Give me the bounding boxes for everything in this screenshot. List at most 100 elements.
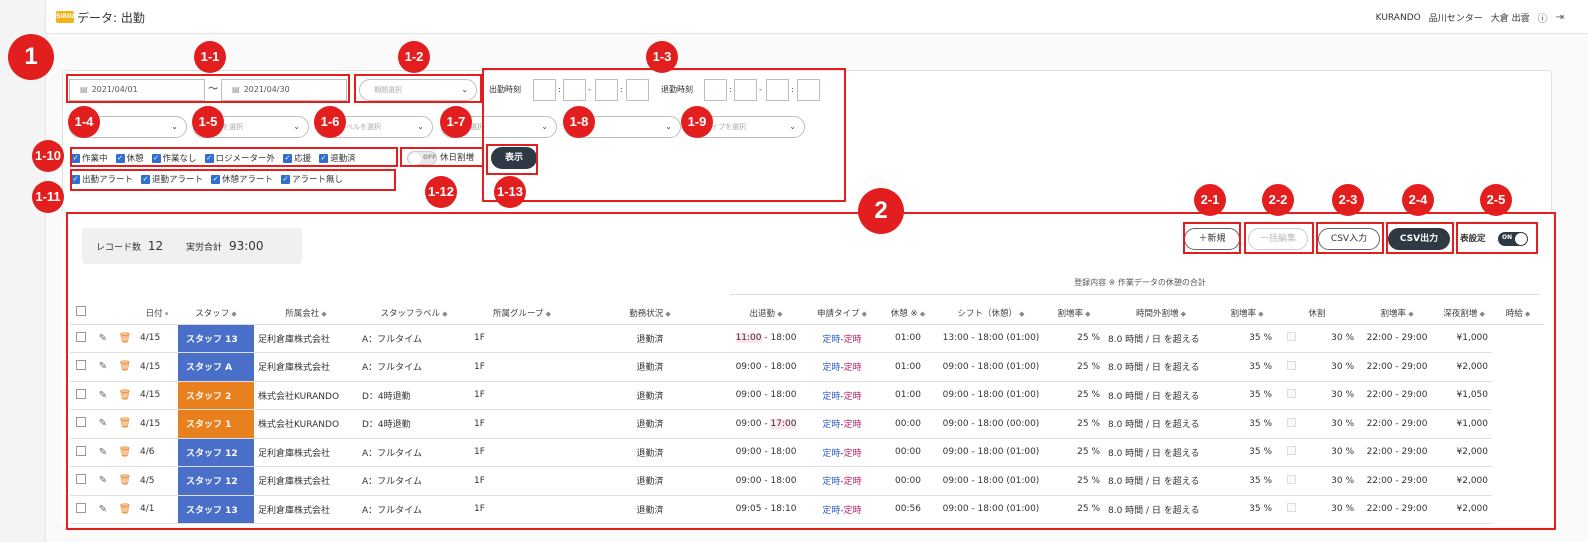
staff-cell[interactable]: スタッフ 1	[178, 409, 254, 439]
sort-icon[interactable]: ◆	[1017, 310, 1024, 318]
date-from-input[interactable]: ▤ 2021/04/01	[69, 79, 205, 101]
column-header[interactable]: 深夜割増 ◆	[1436, 302, 1493, 325]
edit-icon[interactable]: ✎	[99, 475, 107, 486]
date-to-input[interactable]: ▤ 2021/04/30	[221, 79, 347, 101]
row-checkbox[interactable]	[76, 331, 86, 342]
trash-icon[interactable]: 🗑	[119, 504, 132, 515]
clock-out-from-min[interactable]	[734, 79, 757, 101]
column-header[interactable]: 日付 ▾	[136, 302, 178, 325]
table-row[interactable]: ✎ 🗑 4/15 スタッフ 2 株式会社KURANDO D：4時退勤 1F 退勤済 09:00 …	[70, 381, 1544, 410]
sort-icon[interactable]: ◆	[918, 310, 925, 318]
row-checkbox[interactable]	[76, 502, 86, 513]
staff-cell[interactable]: スタッフ 12	[178, 438, 254, 467]
column-header[interactable]: 割増率 ◆	[1044, 302, 1104, 325]
sort-icon[interactable]: ◆	[229, 310, 236, 318]
staff-cell[interactable]: スタッフ 12	[178, 466, 254, 496]
trash-icon[interactable]: 🗑	[119, 390, 132, 401]
sort-icon[interactable]: ◆	[543, 310, 551, 318]
sort-desc-icon[interactable]: ▾	[163, 310, 169, 318]
checkbox-item[interactable]: ✓ 休憩アラート	[211, 173, 273, 185]
new-button[interactable]: ＋新規	[1184, 228, 1240, 250]
column-header[interactable]: 出退勤 ◆	[726, 302, 806, 325]
app-logo[interactable]: SIRIUS	[56, 11, 79, 23]
checkbox-item[interactable]: ✓ 退勤アラート	[141, 173, 203, 185]
select-all-checkbox[interactable]	[76, 306, 86, 317]
check-icon[interactable]: ✓	[211, 174, 221, 184]
trash-icon[interactable]: 🗑	[119, 333, 132, 344]
clock-out-to-hour[interactable]	[766, 79, 789, 101]
sort-icon[interactable]: ◆	[1406, 310, 1413, 318]
check-icon[interactable]: ✓	[281, 174, 291, 184]
sort-icon[interactable]: ◆	[440, 310, 447, 318]
column-header[interactable]: 休割	[1276, 302, 1359, 325]
checkbox-item[interactable]: ✓ 作業なし	[151, 152, 197, 164]
edit-icon[interactable]: ✎	[99, 418, 107, 429]
table-row[interactable]: ✎ 🗑 4/5 スタッフ 12 足利倉庫株式会社 A：フルタイム 1F 退勤済 09:00 - …	[70, 466, 1544, 496]
checkbox-item[interactable]: ✓ アラート無し	[281, 173, 343, 185]
clock-out-from-hour[interactable]	[704, 79, 727, 101]
show-button[interactable]: 表示	[491, 147, 537, 169]
checkbox-item[interactable]: ✓ ロジメーター外	[204, 152, 275, 164]
column-header[interactable]: 勤務状況 ◆	[574, 302, 726, 325]
csv-export-button[interactable]: CSV出力	[1388, 228, 1450, 250]
column-header[interactable]: シフト（休憩） ◆	[938, 302, 1044, 325]
clock-in-to-hour[interactable]	[595, 79, 618, 101]
column-header[interactable]: 割増率 ◆	[1358, 302, 1437, 325]
row-checkbox[interactable]	[76, 360, 86, 371]
staff-cell[interactable]: スタッフ A	[178, 352, 254, 382]
column-header[interactable]: 休憩 ※ ◆	[878, 302, 938, 325]
column-header[interactable]: 所属会社 ◆	[254, 302, 358, 325]
trash-icon[interactable]: 🗑	[119, 418, 132, 429]
check-icon[interactable]: ✓	[115, 153, 125, 163]
check-icon[interactable]: ✓	[319, 153, 329, 163]
clock-in-to-min[interactable]	[626, 79, 649, 101]
user-name[interactable]: 大倉 出雲	[1491, 11, 1530, 24]
check-icon[interactable]: ✓	[141, 174, 151, 184]
help-icon[interactable]: ⓘ	[1538, 10, 1548, 25]
edit-icon[interactable]: ✎	[99, 447, 107, 458]
staff-cell[interactable]: スタッフ 2	[178, 381, 254, 410]
column-header[interactable]: スタッフラベル ◆	[358, 302, 470, 325]
period-select[interactable]: 期間選択 ⌄	[359, 79, 477, 101]
sort-icon[interactable]: ◆	[1256, 310, 1263, 318]
clock-out-to-min[interactable]	[797, 79, 820, 101]
sort-icon[interactable]: ◆	[1477, 310, 1484, 318]
sort-icon[interactable]: ◆	[859, 310, 867, 318]
column-header[interactable]: 割増率 ◆	[1218, 302, 1276, 325]
trash-icon[interactable]: 🗑	[119, 475, 132, 486]
table-row[interactable]: ✎ 🗑 4/15 スタッフ 13 足利倉庫株式会社 A：フルタイム 1F 退勤済 11:00 -…	[70, 324, 1544, 353]
csv-import-button[interactable]: CSV入力	[1318, 228, 1380, 250]
trash-icon[interactable]: 🗑	[119, 361, 132, 372]
row-checkbox[interactable]	[76, 445, 86, 456]
column-header[interactable]: 時間外割増 ◆	[1104, 302, 1218, 325]
sort-icon[interactable]: ◆	[1083, 310, 1090, 318]
edit-icon[interactable]: ✎	[99, 504, 107, 515]
clock-in-from-min[interactable]	[563, 79, 586, 101]
sort-icon[interactable]: ◆	[1523, 310, 1530, 318]
check-icon[interactable]: ✓	[283, 153, 293, 163]
staff-cell[interactable]: スタッフ 13	[178, 495, 254, 524]
clock-in-from-hour[interactable]	[533, 79, 556, 101]
check-icon[interactable]: ✓	[204, 153, 214, 163]
checkbox-item[interactable]: ✓ 退勤済	[319, 152, 356, 164]
checkbox-item[interactable]: ✓ 応援	[283, 152, 311, 164]
check-icon[interactable]: ✓	[71, 153, 80, 163]
table-settings-toggle[interactable]: ON	[1498, 232, 1528, 246]
edit-icon[interactable]: ✎	[99, 390, 107, 401]
table-row[interactable]: ✎ 🗑 4/6 スタッフ 12 足利倉庫株式会社 A：フルタイム 1F 退勤済 09:00 - …	[70, 438, 1544, 467]
sort-icon[interactable]: ◆	[775, 310, 782, 318]
sort-icon[interactable]: ◆	[1178, 310, 1186, 318]
row-checkbox[interactable]	[76, 388, 86, 399]
checkbox-item[interactable]: ✓ 作業中	[71, 152, 108, 164]
column-header[interactable]: スタッフ ◆	[178, 302, 254, 325]
row-checkbox[interactable]	[76, 474, 86, 485]
edit-icon[interactable]: ✎	[99, 333, 107, 344]
check-icon[interactable]: ✓	[151, 153, 161, 163]
holiday-toggle[interactable]: OFF	[407, 151, 437, 165]
edit-icon[interactable]: ✎	[99, 361, 107, 372]
trash-icon[interactable]: 🗑	[119, 447, 132, 458]
logout-icon[interactable]: ⇥	[1556, 12, 1564, 23]
center-name[interactable]: 品川センター	[1429, 11, 1483, 24]
column-header[interactable]: 申請タイプ ◆	[806, 302, 878, 325]
column-header[interactable]: 時給 ◆	[1492, 302, 1544, 325]
